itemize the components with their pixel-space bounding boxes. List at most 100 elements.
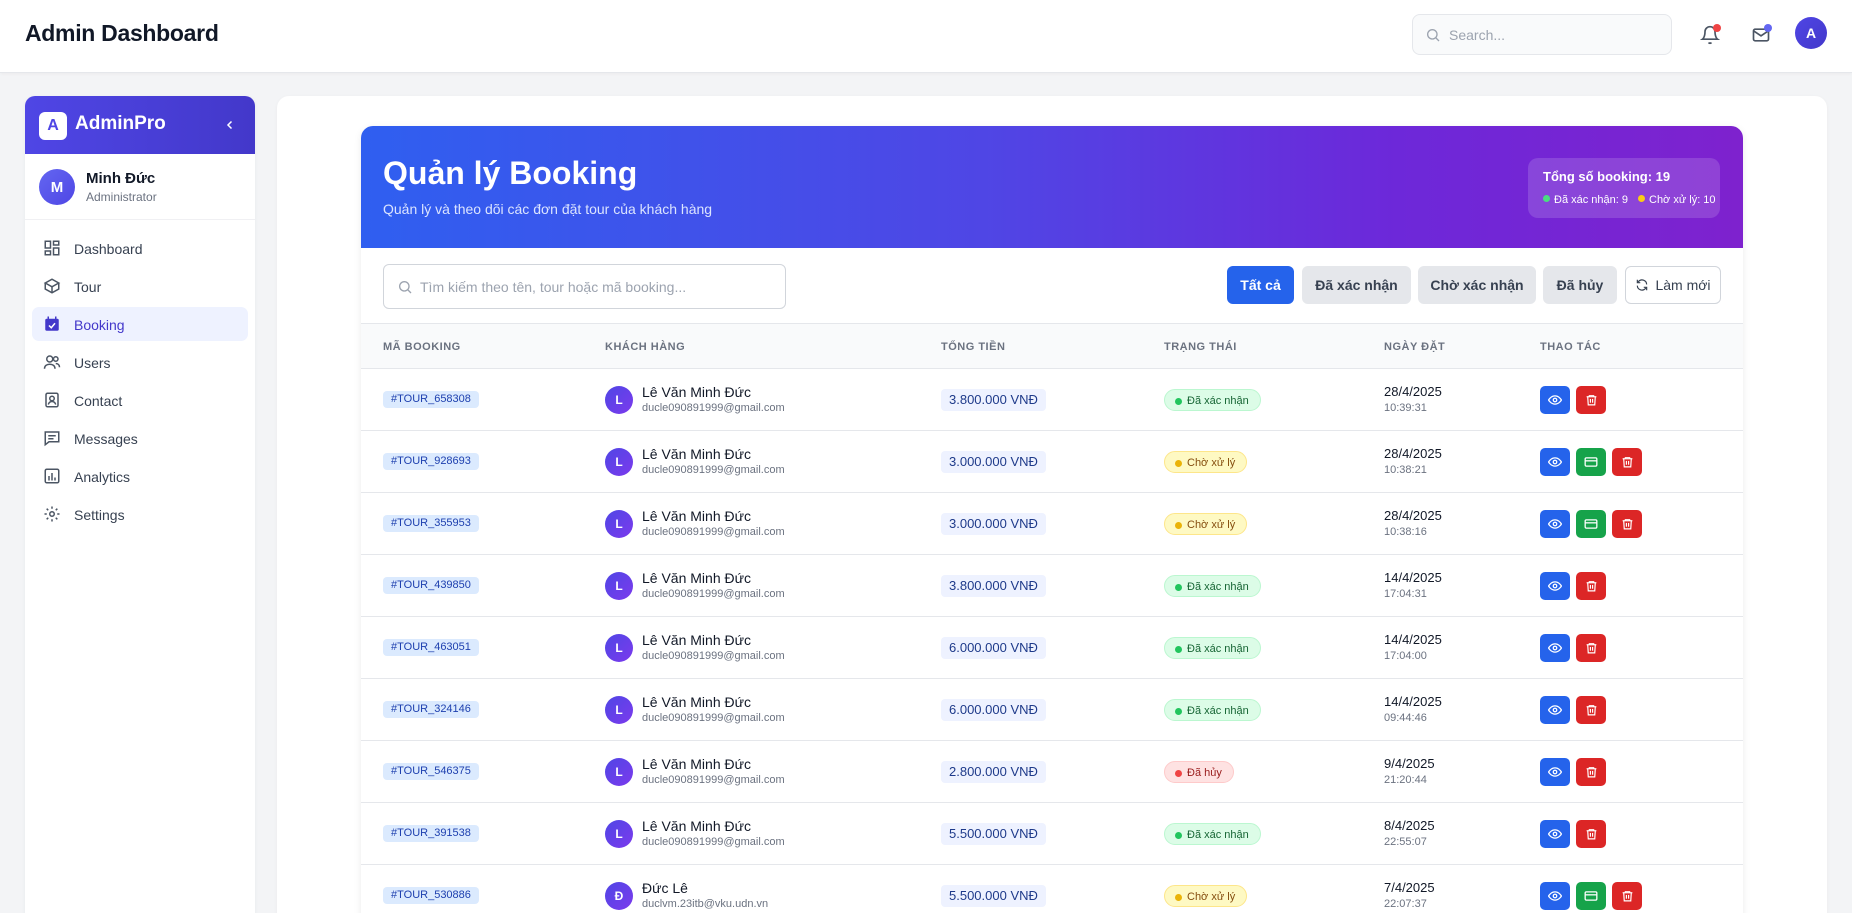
booking-toolbar: Tất cả Đã xác nhận Chờ xác nhận Đã hủy L…: [361, 248, 1743, 324]
booking-date: 28/4/2025: [1384, 508, 1442, 523]
sidebar-item-analytics[interactable]: Analytics: [32, 459, 248, 493]
col-header-date: NGÀY ĐẶT: [1384, 341, 1446, 353]
sidebar-item-dashboard[interactable]: Dashboard: [32, 231, 248, 265]
sidebar-item-tour[interactable]: Tour: [32, 269, 248, 303]
delete-booking-button[interactable]: [1576, 696, 1606, 724]
notifications-button[interactable]: [1694, 19, 1726, 51]
customer-avatar: L: [605, 510, 633, 538]
booking-time: 09:44:46: [1384, 712, 1427, 724]
status-badge: Đã xác nhận: [1164, 699, 1261, 721]
sidebar-item-messages[interactable]: Messages: [32, 421, 248, 455]
customer-email: ducle090891999@gmail.com: [642, 526, 785, 538]
search-icon: [399, 281, 412, 294]
confirm-payment-button[interactable]: [1576, 510, 1606, 538]
view-booking-button[interactable]: [1540, 386, 1570, 414]
booking-time: 22:55:07: [1384, 836, 1427, 848]
delete-booking-button[interactable]: [1612, 510, 1642, 538]
col-header-actions: THAO TÁC: [1540, 341, 1601, 353]
customer-email: ducle090891999@gmail.com: [642, 588, 785, 600]
filter-all-button[interactable]: Tất cả: [1227, 266, 1294, 304]
refresh-label: Làm mới: [1655, 277, 1711, 293]
brand-name: AdminPro: [75, 113, 166, 134]
status-badge: Đã xác nhận: [1164, 637, 1261, 659]
col-header-total: TỔNG TIỀN: [941, 341, 1006, 353]
sidebar-item-booking[interactable]: Booking: [32, 307, 248, 341]
booking-date: 14/4/2025: [1384, 632, 1442, 647]
view-booking-button[interactable]: [1540, 572, 1570, 600]
booking-time: 10:38:21: [1384, 464, 1427, 476]
customer-avatar: L: [605, 634, 633, 662]
table-row: #TOUR_439850 L Lê Văn Minh Đức ducle0908919…: [361, 555, 1743, 617]
eye-icon: [1548, 891, 1562, 901]
delete-booking-button[interactable]: [1576, 386, 1606, 414]
customer-avatar: Đ: [605, 882, 633, 910]
booking-code: #TOUR_463051: [383, 639, 479, 656]
delete-booking-button[interactable]: [1576, 572, 1606, 600]
global-search-input[interactable]: [1449, 23, 1659, 47]
sidebar: A AdminPro M Minh Đức Administrator Dash…: [25, 96, 255, 913]
booking-time: 10:38:16: [1384, 526, 1427, 538]
eye-icon: [1548, 519, 1562, 529]
customer-email: ducle090891999@gmail.com: [642, 650, 785, 662]
brand-logo: A: [39, 112, 67, 140]
sidebar-item-users[interactable]: Users: [32, 345, 248, 379]
view-booking-button[interactable]: [1540, 510, 1570, 538]
eye-icon: [1548, 457, 1562, 467]
booking-time: 17:04:31: [1384, 588, 1427, 600]
view-booking-button[interactable]: [1540, 634, 1570, 662]
view-booking-button[interactable]: [1540, 820, 1570, 848]
delete-booking-button[interactable]: [1612, 448, 1642, 476]
booking-total: 5.500.000 VNĐ: [941, 885, 1046, 907]
delete-booking-button[interactable]: [1612, 882, 1642, 910]
filter-pending-button[interactable]: Chờ xác nhận: [1418, 266, 1536, 304]
filter-confirmed-button[interactable]: Đã xác nhận: [1302, 266, 1411, 304]
delete-booking-button[interactable]: [1576, 634, 1606, 662]
top-bar: Admin Dashboard A: [0, 0, 1852, 73]
eye-icon: [1548, 705, 1562, 715]
status-badge: Đã hủy: [1164, 761, 1234, 783]
sidebar-item-label: Users: [74, 355, 111, 371]
collapse-sidebar-button[interactable]: [219, 114, 241, 136]
view-booking-button[interactable]: [1540, 882, 1570, 910]
delete-booking-button[interactable]: [1576, 820, 1606, 848]
status-badge: Đã xác nhận: [1164, 575, 1261, 597]
global-search[interactable]: [1412, 14, 1672, 55]
booking-total: 2.800.000 VNĐ: [941, 761, 1046, 783]
booking-date: 28/4/2025: [1384, 384, 1442, 399]
user-avatar[interactable]: A: [1795, 17, 1827, 49]
booking-total: 3.000.000 VNĐ: [941, 451, 1046, 473]
booking-search-input[interactable]: [420, 275, 775, 299]
customer-name: Lê Văn Minh Đức: [642, 694, 751, 710]
status-badge: Chờ xử lý: [1164, 885, 1248, 907]
sidebar-item-label: Tour: [74, 279, 102, 295]
table-row: #TOUR_391538 L Lê Văn Minh Đức ducle0908919…: [361, 803, 1743, 865]
booking-card: Quản lý Booking Quản lý và theo dõi các …: [361, 126, 1743, 913]
confirm-payment-button[interactable]: [1576, 448, 1606, 476]
trash-icon: [1622, 457, 1632, 468]
stats-pending: Chờ xử lý: 10: [1638, 194, 1716, 206]
delete-booking-button[interactable]: [1576, 758, 1606, 786]
table-row: #TOUR_928693 L Lê Văn Minh Đức ducle0908919…: [361, 431, 1743, 493]
refresh-button[interactable]: Làm mới: [1625, 266, 1721, 304]
confirm-payment-button[interactable]: [1576, 882, 1606, 910]
customer-name: Lê Văn Minh Đức: [642, 756, 751, 772]
analytics-icon: [44, 468, 60, 484]
view-booking-button[interactable]: [1540, 696, 1570, 724]
stats-confirmed-label: Đã xác nhận: 9: [1554, 194, 1628, 206]
messages-button[interactable]: [1745, 19, 1777, 51]
booking-search[interactable]: [383, 264, 786, 309]
booking-code: #TOUR_928693: [383, 453, 479, 470]
sidebar-item-contact[interactable]: Contact: [32, 383, 248, 417]
gear-icon: [44, 506, 60, 522]
app-title: Admin Dashboard: [25, 20, 219, 46]
sidebar-brand: A AdminPro: [25, 96, 255, 154]
sidebar-item-settings[interactable]: Settings: [32, 497, 248, 531]
calendar-check-icon: [45, 316, 59, 331]
customer-avatar: L: [605, 758, 633, 786]
filter-cancelled-button[interactable]: Đã hủy: [1543, 266, 1617, 304]
row-actions: [1540, 696, 1606, 724]
view-booking-button[interactable]: [1540, 758, 1570, 786]
row-actions: [1540, 386, 1606, 414]
table-row: #TOUR_324146 L Lê Văn Minh Đức ducle0908919…: [361, 679, 1743, 741]
view-booking-button[interactable]: [1540, 448, 1570, 476]
